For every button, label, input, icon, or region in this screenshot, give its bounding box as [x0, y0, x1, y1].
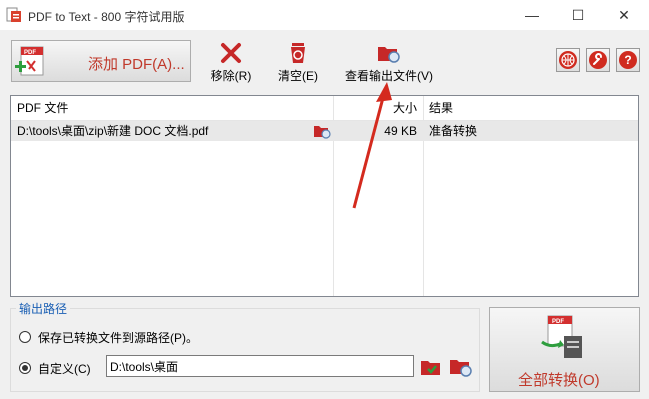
recycle-bin-icon: [291, 43, 305, 63]
file-path: D:\tools\桌面\zip\新建 DOC 文档.pdf: [17, 124, 209, 138]
output-path-title: 输出路径: [16, 300, 71, 317]
source-path-label[interactable]: 保存已转换文件到源路径(P)。: [38, 329, 198, 346]
file-list[interactable]: PDF 文件 大小 结果 D:\tools\桌面\zip\新建 DOC 文档.p…: [10, 95, 639, 297]
browse-folder-icon[interactable]: [420, 357, 442, 377]
question-icon: ?: [619, 51, 637, 69]
add-pdf-icon: PDF: [15, 46, 44, 76]
column-result[interactable]: 结果: [423, 96, 638, 120]
add-pdf-label: 添加 PDF(A)...: [88, 56, 185, 73]
wrench-icon: [589, 51, 607, 69]
convert-all-label: 全部转换(O): [518, 372, 600, 389]
output-path-group: [10, 308, 480, 392]
svg-text:PDF: PDF: [552, 319, 564, 325]
remove-label: 移除(R): [210, 69, 252, 83]
maximize-button[interactable]: ☐: [555, 0, 601, 30]
convert-all-button[interactable]: PDF 全部转换(O): [489, 307, 640, 392]
custom-path-label[interactable]: 自定义(C): [38, 360, 91, 377]
window-title: PDF to Text - 800 字符试用版: [28, 10, 185, 24]
source-path-radio[interactable]: [19, 331, 31, 343]
file-result: 准备转换: [429, 124, 478, 138]
remove-button[interactable]: 移除(R): [206, 42, 256, 84]
custom-path-radio[interactable]: [19, 362, 31, 374]
file-list-header: PDF 文件 大小 结果: [11, 96, 638, 121]
add-pdf-button[interactable]: PDF 添加 PDF(A)...: [11, 40, 191, 82]
clear-label: 清空(E): [278, 69, 318, 83]
app-icon: [6, 7, 21, 22]
globe-icon: [559, 51, 577, 69]
column-pdf-file[interactable]: PDF 文件: [11, 96, 333, 120]
title-bar: PDF to Text - 800 字符试用版 — ☐ ✕: [0, 0, 649, 30]
close-button[interactable]: ✕: [601, 0, 647, 30]
annotation-arrow: [352, 82, 392, 209]
folder-open-icon[interactable]: [313, 123, 331, 139]
minimize-button[interactable]: —: [509, 0, 555, 30]
svg-text:PDF: PDF: [24, 50, 36, 56]
settings-button[interactable]: [586, 48, 610, 72]
website-button[interactable]: [556, 48, 580, 72]
remove-x-icon: [221, 43, 241, 63]
file-row[interactable]: D:\tools\桌面\zip\新建 DOC 文档.pdf 49 KB 准备转换: [11, 121, 638, 141]
open-output-folder-icon[interactable]: [449, 356, 473, 378]
clear-button[interactable]: 清空(E): [273, 42, 323, 84]
pdf-convert-icon: PDF: [541, 315, 582, 358]
custom-path-input[interactable]: [106, 355, 414, 377]
folder-search-icon: [378, 47, 400, 63]
help-button[interactable]: ?: [616, 48, 640, 72]
